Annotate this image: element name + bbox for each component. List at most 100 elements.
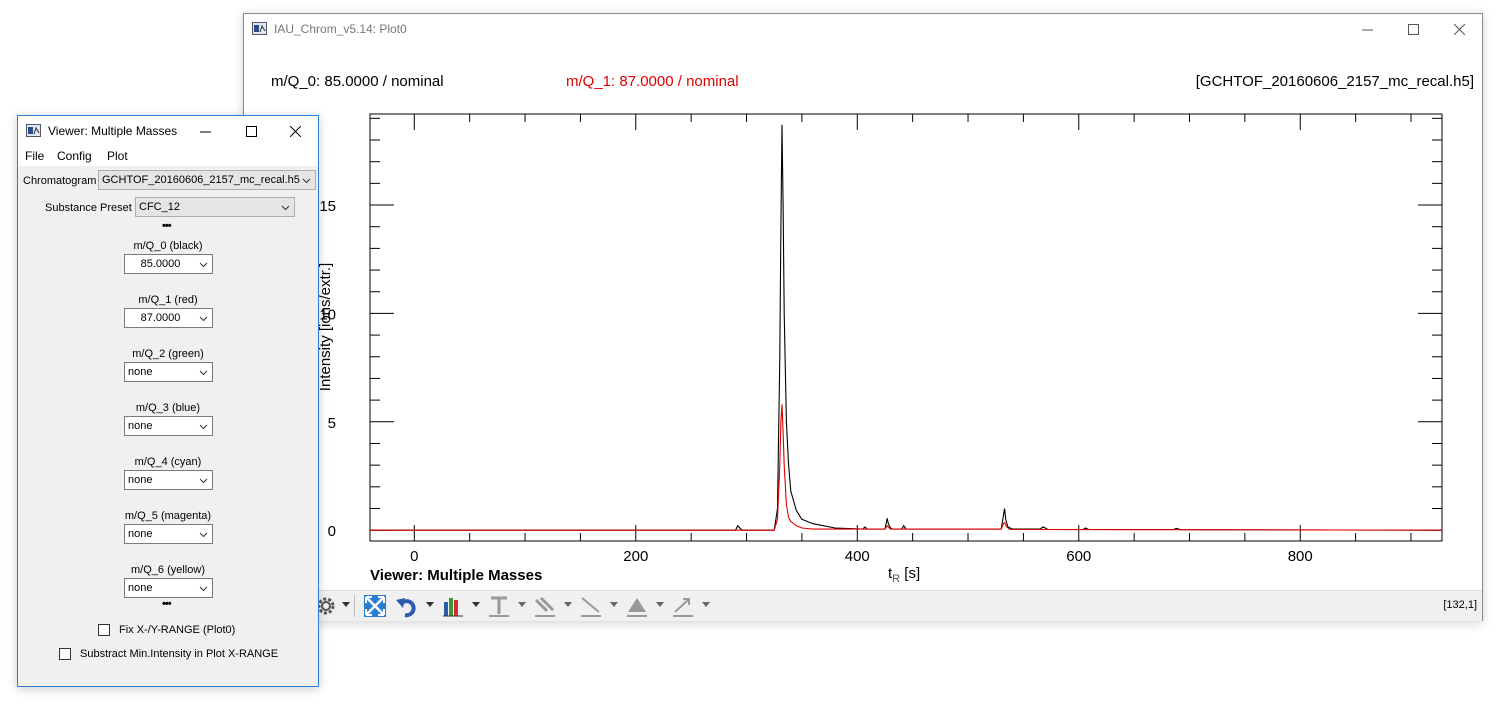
bar-chart-dropdown-arrow[interactable] — [472, 602, 480, 607]
plot-titlebar[interactable]: IAU_Chrom_v5.14: Plot0 — [244, 14, 1482, 44]
chevron-down-icon — [199, 478, 208, 484]
menu-file[interactable]: File — [25, 149, 44, 163]
plot-caption: Viewer: Multiple Masses — [370, 567, 542, 584]
mass-selector-select[interactable]: none — [124, 524, 213, 544]
separator-dots-bottom: ••• — [162, 598, 172, 610]
subtract-min-label: Substract Min.Intensity in Plot X-RANGE — [80, 648, 279, 660]
substance-preset-label: Substance Preset — [45, 202, 132, 214]
mass-selector-label: m/Q_5 (magenta) — [124, 510, 212, 522]
tick-labels: 0 200 400 600 800051015 — [319, 198, 1312, 565]
x-axis-label-unit: [s] — [900, 565, 920, 582]
mass-selector-label: m/Q_4 (cyan) — [134, 456, 202, 468]
data-series — [370, 124, 1443, 531]
x-tick-label: 600 — [1066, 548, 1091, 565]
mass-selector-value: none — [128, 420, 153, 432]
y-tick-label: 0 — [328, 523, 336, 540]
x-tick-label: 0 — [410, 548, 418, 565]
toolbar-separator — [354, 595, 355, 617]
shape-tool-dropdown-arrow[interactable] — [656, 602, 664, 607]
close-button[interactable] — [1436, 14, 1482, 44]
chromatogram-select[interactable]: GCHTOF_20160606_2157_mc_recal.h5 — [98, 170, 316, 190]
mass-selector-label: m/Q_6 (yellow) — [131, 564, 205, 576]
mass-selector-select[interactable]: none — [124, 470, 213, 490]
chevron-down-icon — [199, 316, 208, 322]
viewer-window: Viewer: Multiple Masses File Config Plot… — [17, 115, 319, 687]
minimize-button[interactable] — [1344, 14, 1390, 44]
status-coordinates: [132,1] — [1443, 599, 1477, 611]
paint-tool-icon[interactable] — [533, 594, 557, 618]
mass-selector-select[interactable]: none — [124, 578, 213, 598]
separator-dots-top: ••• — [162, 220, 172, 232]
subtract-min-checkbox[interactable] — [59, 648, 71, 660]
mass-selector-select[interactable]: none — [124, 362, 213, 382]
fix-range-label: Fix X-/Y-RANGE (Plot0) — [119, 624, 236, 636]
minimize-icon — [1361, 29, 1373, 30]
arrow-tool-dropdown-arrow[interactable] — [702, 602, 710, 607]
text-tool-dropdown-arrow[interactable] — [518, 602, 526, 607]
text-tool-icon[interactable] — [487, 594, 511, 618]
line-tool-icon[interactable] — [579, 594, 603, 618]
chromatogram-value: GCHTOF_20160606_2157_mc_recal.h5 — [102, 174, 300, 186]
paint-tool-dropdown-arrow[interactable] — [564, 602, 572, 607]
viewer-titlebar[interactable]: Viewer: Multiple Masses — [18, 116, 318, 146]
bar-chart-icon[interactable] — [441, 594, 465, 618]
menu-config[interactable]: Config — [57, 149, 92, 163]
substance-preset-select[interactable]: CFC_12 — [135, 197, 295, 217]
mass-selector-value: none — [128, 366, 153, 378]
mass-selector-select[interactable]: 85.0000 — [124, 254, 213, 274]
chromatogram-plot[interactable]: 0 200 400 600 800051015 Intensity [ions/extr… — [244, 44, 1482, 589]
series-line-1 — [370, 404, 1443, 531]
mass-selector-select[interactable]: 87.0000 — [124, 308, 213, 328]
plot-window: IAU_Chrom_v5.14: Plot0 m/Q_0: 85.0000 / … — [243, 13, 1483, 621]
x-tick-label: 800 — [1288, 548, 1313, 565]
fix-range-checkbox[interactable] — [98, 624, 110, 636]
app-icon — [252, 22, 267, 35]
plot-toolbar: [132,1] — [244, 590, 1482, 621]
maximize-button[interactable] — [1390, 14, 1436, 44]
mass-selector-value: 85.0000 — [140, 258, 181, 270]
y-tick-label: 15 — [319, 198, 336, 215]
chevron-down-icon — [199, 262, 208, 268]
x-axis-label-subscript: R — [892, 573, 900, 585]
maximize-button[interactable] — [228, 116, 274, 146]
y-tick-label: 5 — [328, 415, 336, 432]
close-icon — [289, 125, 301, 137]
mass-selector-value: 87.0000 — [140, 312, 181, 324]
x-axis-label: tR [s] — [888, 565, 920, 585]
minimize-icon — [199, 131, 211, 132]
minimize-button[interactable] — [182, 116, 228, 146]
menu-bar: File Config Plot — [18, 146, 318, 166]
mass-selector-label: m/Q_2 (green) — [132, 348, 204, 360]
mass-selector-label: m/Q_0 (black) — [133, 240, 203, 252]
chevron-down-icon — [199, 424, 208, 430]
x-tick-label: 200 — [623, 548, 648, 565]
close-button[interactable] — [272, 116, 318, 146]
mass-selector-value: none — [128, 474, 153, 486]
chevron-down-icon — [199, 586, 208, 592]
chevron-down-icon — [199, 532, 208, 538]
plot-frame — [369, 113, 1443, 542]
mass-selector-select[interactable]: none — [124, 416, 213, 436]
series-line-0 — [370, 124, 1443, 531]
chevron-down-icon — [302, 178, 311, 184]
mass-selector-label: m/Q_3 (blue) — [135, 402, 201, 414]
maximize-icon — [1407, 23, 1419, 35]
axis-ticks — [370, 114, 1442, 541]
undo-dropdown-arrow[interactable] — [426, 602, 434, 607]
undo-icon[interactable] — [395, 594, 419, 618]
y-axis-label: Intensity [ions/extr.] — [317, 263, 334, 391]
viewer-window-title: Viewer: Multiple Masses — [48, 124, 178, 138]
line-tool-dropdown-arrow[interactable] — [610, 602, 618, 607]
chevron-down-icon — [199, 370, 208, 376]
shape-tool-icon[interactable] — [625, 594, 649, 618]
arrow-tool-icon[interactable] — [671, 594, 695, 618]
menu-plot[interactable]: Plot — [107, 149, 128, 163]
mass-selector-label: m/Q_1 (red) — [138, 294, 198, 306]
app-icon — [26, 124, 41, 137]
zoom-fit-icon[interactable] — [363, 594, 387, 618]
substance-preset-value: CFC_12 — [139, 201, 180, 213]
plot-area[interactable]: m/Q_0: 85.0000 / nominal m/Q_1: 87.0000 … — [244, 44, 1482, 589]
gear-dropdown-arrow[interactable] — [342, 602, 350, 607]
close-icon — [1453, 23, 1465, 35]
plot-window-title: IAU_Chrom_v5.14: Plot0 — [274, 22, 407, 36]
